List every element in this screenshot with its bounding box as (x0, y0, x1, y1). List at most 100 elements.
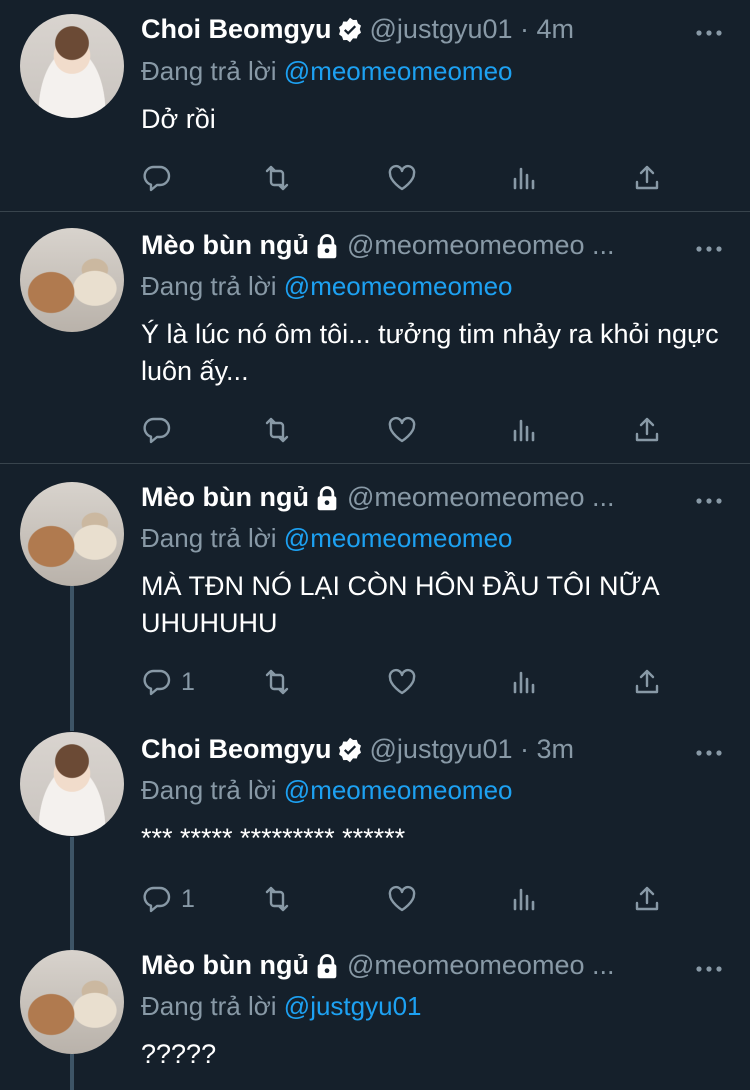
tweet-text: ????? (141, 1039, 217, 1069)
more-options-icon[interactable] (695, 964, 723, 974)
share-button[interactable] (631, 160, 663, 196)
verified-badge-icon (338, 17, 361, 42)
retweet-button[interactable] (261, 412, 293, 448)
share-icon (635, 886, 659, 911)
reply-icon (143, 417, 171, 444)
tweet[interactable]: Mèo bùn ngủ @meomeomeomeo ... Đang trả lờ… (0, 932, 750, 1090)
more-options-icon[interactable] (695, 496, 723, 506)
replying-to-label: Đang trả lời (141, 991, 277, 1021)
reply-icon (143, 669, 171, 696)
like-button[interactable] (386, 160, 418, 196)
tweet-text: Dở rồi (141, 104, 216, 134)
replying-to: Đang trả lời @justgyu01 (141, 991, 422, 1022)
tweet[interactable]: Mèo bùn ngủ @meomeomeomeo ... Đang trả lờ… (0, 212, 750, 464)
display-name[interactable]: Choi Beomgyu (141, 14, 332, 45)
heart-icon (388, 416, 416, 443)
tweet-text: MÀ TĐN NÓ LẠI CÒN HÔN ĐẦU TÔI NỮA UHUHUH… (141, 571, 659, 638)
reply-icon (143, 886, 171, 913)
display-name[interactable]: Choi Beomgyu (141, 734, 332, 765)
mention-link[interactable]: @meomeomeomeo (284, 775, 513, 805)
more-options-icon[interactable] (695, 244, 723, 254)
action-bar (141, 412, 721, 448)
retweet-icon (265, 886, 289, 912)
reply-button[interactable] (141, 160, 181, 196)
analytics-button[interactable] (508, 664, 540, 700)
handle-and-time: @meomeomeomeo ... (346, 230, 615, 260)
handle-and-time: @justgyu01 · 3m (369, 734, 575, 764)
mention-link[interactable]: @justgyu01 (284, 991, 422, 1021)
replying-to: Đang trả lời @meomeomeomeo (141, 56, 513, 87)
replying-to-label: Đang trả lời (141, 523, 277, 553)
tweet-header: Choi Beomgyu @justgyu01 · 3m (141, 734, 721, 774)
lock-icon (317, 233, 337, 258)
tweet[interactable]: Choi Beomgyu @justgyu01 · 3m Đang trả lời… (0, 716, 750, 932)
analytics-icon (513, 671, 535, 694)
heart-icon (388, 668, 416, 695)
lock-icon (317, 953, 337, 978)
analytics-icon (513, 167, 535, 190)
like-button[interactable] (386, 412, 418, 448)
retweet-icon (265, 417, 289, 443)
share-button[interactable] (631, 881, 663, 917)
retweet-button[interactable] (261, 160, 293, 196)
retweet-icon (265, 669, 289, 695)
handle-and-time: @meomeomeomeo ... (346, 950, 615, 980)
verified-badge-icon (338, 737, 361, 762)
more-options-icon[interactable] (695, 28, 723, 38)
display-name[interactable]: Mèo bùn ngủ (141, 230, 309, 261)
replying-to: Đang trả lời @meomeomeomeo (141, 775, 513, 806)
action-bar (141, 160, 721, 196)
share-icon (635, 669, 659, 694)
tweet-header: Mèo bùn ngủ @meomeomeomeo ... (141, 482, 721, 522)
reply-button[interactable]: 1 (141, 664, 195, 700)
reply-icon (143, 165, 171, 192)
mention-link[interactable]: @meomeomeomeo (284, 271, 513, 301)
avatar[interactable] (20, 14, 124, 118)
like-button[interactable] (386, 881, 418, 917)
share-icon (635, 165, 659, 190)
like-button[interactable] (386, 664, 418, 700)
display-name[interactable]: Mèo bùn ngủ (141, 950, 309, 981)
avatar[interactable] (20, 732, 124, 836)
tweet-text: *** ***** ********* ****** (141, 823, 406, 853)
replying-to: Đang trả lời @meomeomeomeo (141, 271, 513, 302)
lock-icon (317, 485, 337, 510)
avatar[interactable] (20, 950, 124, 1054)
tweet-header: Choi Beomgyu @justgyu01 · 4m (141, 14, 721, 54)
reply-button[interactable]: 1 (141, 881, 195, 917)
mention-link[interactable]: @meomeomeomeo (284, 56, 513, 86)
heart-icon (388, 164, 416, 191)
handle-and-time: @justgyu01 · 4m (369, 14, 575, 44)
handle-and-time: @meomeomeomeo ... (346, 482, 615, 512)
retweet-button[interactable] (261, 664, 293, 700)
mention-link[interactable]: @meomeomeomeo (284, 523, 513, 553)
analytics-icon (513, 888, 535, 911)
replying-to-label: Đang trả lời (141, 271, 277, 301)
replying-to-label: Đang trả lời (141, 775, 277, 805)
tweet-text: Ý là lúc nó ôm tôi... tưởng tim nhảy ra … (141, 319, 719, 386)
action-bar: 1 (141, 664, 721, 700)
tweet[interactable]: Mèo bùn ngủ @meomeomeomeo ... Đang trả lờ… (0, 464, 750, 716)
reply-button[interactable] (141, 412, 181, 448)
more-options-icon[interactable] (695, 748, 723, 758)
avatar[interactable] (20, 482, 124, 586)
avatar[interactable] (20, 228, 124, 332)
replying-to: Đang trả lời @meomeomeomeo (141, 523, 513, 554)
analytics-icon (513, 419, 535, 442)
analytics-button[interactable] (508, 412, 540, 448)
tweet[interactable]: Choi Beomgyu @justgyu01 · 4m Đang trả lời… (0, 0, 750, 212)
share-button[interactable] (631, 664, 663, 700)
retweet-button[interactable] (261, 881, 293, 917)
reply-count: 1 (181, 667, 195, 696)
share-icon (635, 417, 659, 442)
action-bar: 1 (141, 881, 721, 917)
tweet-header: Mèo bùn ngủ @meomeomeomeo ... (141, 950, 721, 990)
replying-to-label: Đang trả lời (141, 56, 277, 86)
heart-icon (388, 885, 416, 912)
analytics-button[interactable] (508, 160, 540, 196)
reply-count: 1 (181, 884, 195, 913)
share-button[interactable] (631, 412, 663, 448)
display-name[interactable]: Mèo bùn ngủ (141, 482, 309, 513)
analytics-button[interactable] (508, 881, 540, 917)
tweet-header: Mèo bùn ngủ @meomeomeomeo ... (141, 230, 721, 270)
